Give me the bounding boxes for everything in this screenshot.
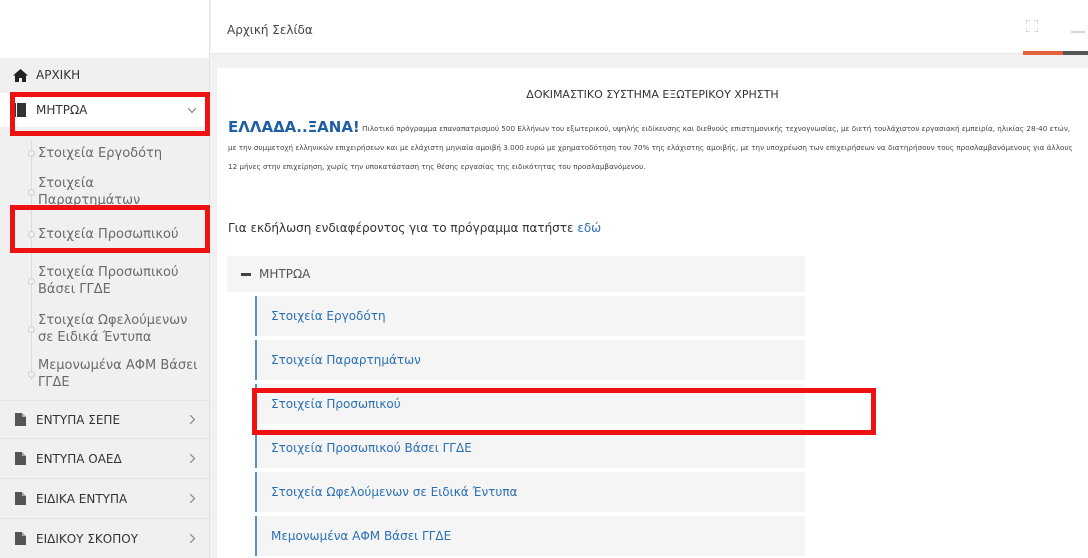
bullet-icon <box>28 189 35 196</box>
sidebar-top-blank <box>0 0 209 58</box>
file-icon <box>12 491 28 507</box>
sidebar-subitem-staff[interactable]: Στοιχεία Προσωπικού <box>0 212 210 256</box>
tree-item-branches[interactable]: Στοιχεία Παραρτημάτων <box>255 340 805 380</box>
tree-header-label: ΜΗΤΡΩΑ <box>259 267 311 281</box>
sidebar-item-label: ΕΙΔΙΚΟΥ ΣΚΟΠΟΥ <box>36 531 139 546</box>
sidebar-subitem-label: Στοιχεία Εργοδότη <box>38 145 163 161</box>
tree-item-label: Στοιχεία Εργοδότη <box>271 309 386 323</box>
bullet-icon <box>28 231 35 238</box>
chevron-right-icon <box>189 492 196 506</box>
book-icon <box>12 102 28 118</box>
sidebar-subitem-label: Στοιχεία Ωφελούμενων σε Ειδικά Έντυπα <box>38 313 188 345</box>
file-icon <box>12 531 28 547</box>
sidebar-item-label: ΜΗΤΡΩΑ <box>36 103 88 117</box>
submenu: Στοιχεία Εργοδότη Στοιχεία Παραρτημάτων … <box>0 134 210 396</box>
sidebar-item-label: ΕΝΤΥΠΑ ΟΑΕΔ <box>36 451 122 466</box>
sidebar-subitem-branches[interactable]: Στοιχεία Παραρτημάτων <box>0 172 210 212</box>
intro-paragraph: ΕΛΛΑΔΑ..ΞΑΝΑ! Πιλοτικό πρόγραμμα επαναπα… <box>228 118 1080 176</box>
sidebar-subitem-label: Στοιχεία Προσωπικού <box>38 226 179 242</box>
chevron-right-icon <box>189 452 196 466</box>
sidebar-subitem-staff-ggde[interactable]: Στοιχεία Προσωπικού Βάσει ΓΓΔΕ <box>0 256 210 306</box>
fullscreen-icon[interactable] <box>1025 19 1039 35</box>
tree-item-label: Στοιχεία Ωφελούμενων σε Ειδικά Έντυπα <box>271 485 518 499</box>
sidebar-item-label: ΕΙΔΙΚΑ ΕΝΤΥΠΑ <box>36 491 128 506</box>
interest-cta: Για εκδήλωση ενδιαφέροντος για το πρόγρα… <box>228 221 601 235</box>
main-content: ΔΟΚΙΜΑΣΤΙΚΟ ΣΥΣΤΗΜΑ ΕΞΩΤΕΡΙΚΟΥ ΧΡΗΣΤΗ ΕΛ… <box>217 68 1088 558</box>
tree-item-label: Μεμονωμένα ΑΦΜ Βάσει ΓΓΔΕ <box>271 529 452 543</box>
tab-accent-bar-dark <box>1063 51 1088 55</box>
program-brand: ΕΛΛΑΔΑ..ΞΑΝΑ! <box>228 118 360 136</box>
cta-text: Για εκδήλωση ενδιαφέροντος για το πρόγρα… <box>228 221 574 235</box>
sidebar-subitem-label: Στοιχεία Προσωπικού Βάσει ΓΓΔΕ <box>38 265 179 297</box>
minimize-icon[interactable] <box>1071 24 1085 38</box>
sidebar-item-special-forms[interactable]: ΕΙΔΙΚΑ ΕΝΤΥΠΑ <box>0 478 210 518</box>
system-title: ΔΟΚΙΜΑΣΤΙΚΟ ΣΥΣΤΗΜΑ ΕΞΩΤΕΡΙΚΟΥ ΧΡΗΣΤΗ <box>526 88 779 101</box>
sidebar-subitem-employer[interactable]: Στοιχεία Εργοδότη <box>0 134 210 172</box>
tree-item-beneficiaries[interactable]: Στοιχεία Ωφελούμενων σε Ειδικά Έντυπα <box>255 472 805 512</box>
top-header: Αρχική Σελίδα <box>211 0 1088 54</box>
tree-item-staff-ggde[interactable]: Στοιχεία Προσωπικού Βάσει ΓΓΔΕ <box>255 428 805 468</box>
tree-header-mitroa[interactable]: ΜΗΤΡΩΑ <box>227 256 805 292</box>
home-icon <box>12 67 28 83</box>
chevron-right-icon <box>189 532 196 546</box>
sidebar-item-home[interactable]: ΑΡΧΙΚΗ <box>0 58 210 92</box>
sidebar-item-special-purpose[interactable]: ΕΙΔΙΚΟΥ ΣΚΟΠΟΥ <box>0 518 210 558</box>
sidebar-item-sepe[interactable]: ΕΝΤΥΠΑ ΣΕΠΕ <box>0 400 210 438</box>
sidebar: ΑΡΧΙΚΗ ΜΗΤΡΩΑ Στοιχεία Εργοδότη Στοιχεία… <box>0 0 210 558</box>
chevron-right-icon <box>189 413 196 427</box>
file-icon <box>12 412 28 428</box>
page-title: Αρχική Σελίδα <box>227 23 313 37</box>
sidebar-subitem-beneficiaries[interactable]: Στοιχεία Ωφελούμενων σε Ειδικά Έντυπα <box>0 306 210 352</box>
sidebar-subitem-label: Μεμονωμένα ΑΦΜ Βάσει ΓΓΔΕ <box>38 358 198 390</box>
bullet-icon <box>28 326 35 333</box>
cta-link[interactable]: εδώ <box>577 221 601 235</box>
bullet-icon <box>28 278 35 285</box>
tree-item-label: Στοιχεία Προσωπικού <box>271 397 401 411</box>
sidebar-item-mitroa[interactable]: ΜΗΤΡΩΑ <box>0 93 210 127</box>
sidebar-item-oaed[interactable]: ΕΝΤΥΠΑ ΟΑΕΔ <box>0 438 210 478</box>
sidebar-item-label: ΑΡΧΙΚΗ <box>36 68 81 82</box>
bullet-icon <box>28 371 35 378</box>
tree-item-afm-ggde[interactable]: Μεμονωμένα ΑΦΜ Βάσει ΓΓΔΕ <box>255 516 805 556</box>
chevron-down-icon <box>187 103 197 117</box>
tree-item-label: Στοιχεία Παραρτημάτων <box>271 353 421 367</box>
tree-item-staff[interactable]: Στοιχεία Προσωπικού <box>255 384 805 424</box>
tree-item-employer[interactable]: Στοιχεία Εργοδότη <box>255 296 805 336</box>
file-icon <box>12 451 28 467</box>
sidebar-subitem-label: Στοιχεία Παραρτημάτων <box>38 176 141 208</box>
sidebar-item-label: ΕΝΤΥΠΑ ΣΕΠΕ <box>36 412 121 427</box>
tab-accent-bar <box>1023 51 1063 55</box>
sidebar-subitem-afm-ggde[interactable]: Μεμονωμένα ΑΦΜ Βάσει ΓΓΔΕ <box>0 352 210 396</box>
bullet-icon <box>28 150 35 157</box>
collapse-icon <box>241 272 251 276</box>
tree-item-label: Στοιχεία Προσωπικού Βάσει ΓΓΔΕ <box>271 441 472 455</box>
tree-list: Στοιχεία Εργοδότη Στοιχεία Παραρτημάτων … <box>255 296 805 558</box>
